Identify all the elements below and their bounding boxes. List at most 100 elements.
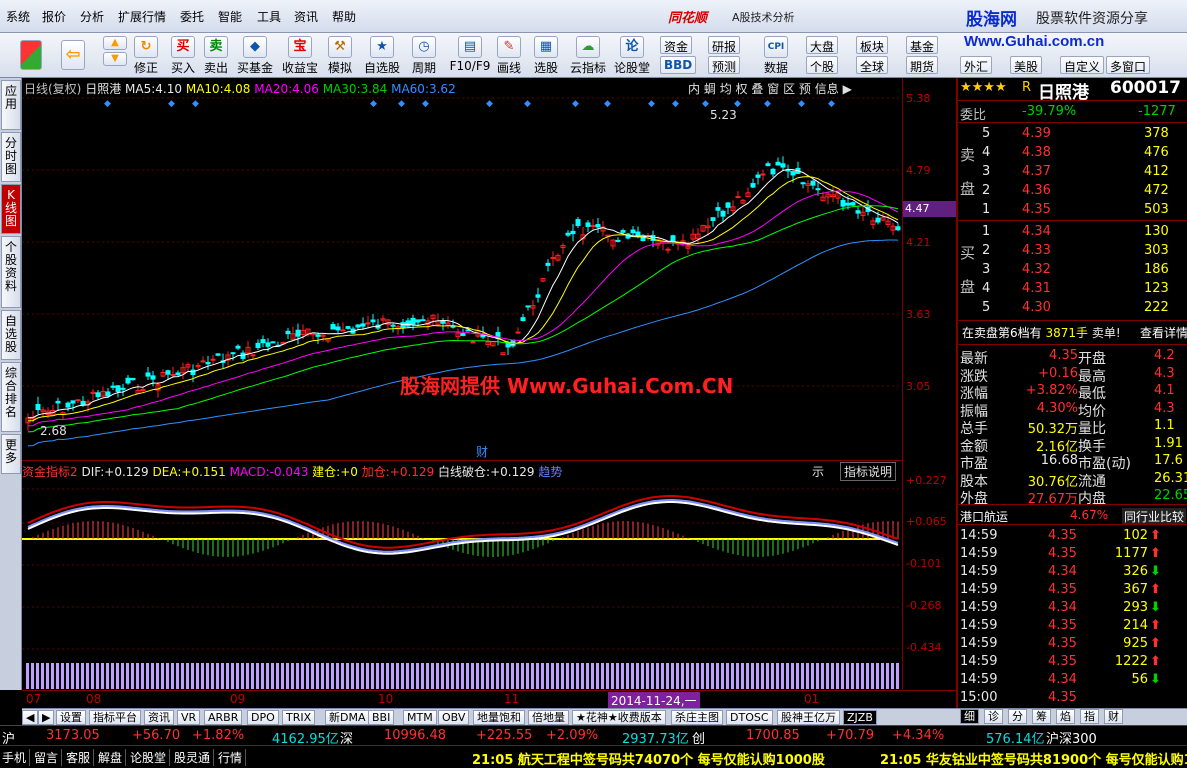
quote-tab[interactable]: 指 xyxy=(1080,709,1099,724)
buy-fund-button[interactable]: ◆ 买基金 xyxy=(235,34,275,76)
indicator-tab[interactable]: MTM xyxy=(403,710,437,725)
indicator-tab[interactable]: ZJZB xyxy=(843,710,877,725)
quote-tab[interactable]: 焰 xyxy=(1056,709,1075,724)
menu-quote[interactable]: 报价 xyxy=(42,8,66,25)
menu-analysis[interactable]: 分析 xyxy=(80,8,104,25)
custom-button[interactable]: 自定义 xyxy=(1060,56,1105,74)
indicator-tab[interactable]: ★花神★收费版本 xyxy=(572,710,666,725)
indicator-tab[interactable]: OBV xyxy=(438,710,470,725)
tab-apps[interactable]: 应用 xyxy=(1,80,21,130)
indicator-tab[interactable]: 设置 xyxy=(56,710,86,725)
quote-tab[interactable]: 细 xyxy=(960,709,979,724)
simulate-button[interactable]: ⚒ 模拟 xyxy=(325,34,355,76)
notice-detail-link[interactable]: 查看详情 xyxy=(1140,324,1187,341)
indicator-tab[interactable]: 倍地量 xyxy=(528,710,569,725)
indicator-tab[interactable]: 杀庄主图 xyxy=(671,710,723,725)
income-treasure-button[interactable]: 宝 收益宝 xyxy=(280,34,320,76)
indicator-tab[interactable]: 新DMA xyxy=(325,710,370,725)
tab-more[interactable]: 更多 xyxy=(1,434,21,474)
futures-button[interactable]: 期货 xyxy=(906,56,939,74)
sector-button[interactable]: 板块 xyxy=(856,36,889,54)
indicator-tab[interactable]: DPO xyxy=(247,710,279,725)
sector-compare-button[interactable]: 同行业比较 xyxy=(1122,508,1187,525)
menu-extended[interactable]: 扩展行情 xyxy=(118,8,166,25)
global-button[interactable]: 全球 xyxy=(856,56,889,74)
status-link[interactable]: 客服 xyxy=(66,749,95,766)
us-stock-button[interactable]: 美股 xyxy=(1010,56,1043,74)
indicator-tab[interactable]: 指标平台 xyxy=(89,710,141,725)
back-button[interactable]: ⇦ xyxy=(58,34,88,76)
menu-help[interactable]: 帮助 xyxy=(332,8,356,25)
news-ticker-1[interactable]: 21:05 航天工程中签号码共74070个 每号仅能认购1000股 xyxy=(472,749,825,768)
tab-stock-info[interactable]: 个股资料 xyxy=(1,236,21,308)
status-link[interactable]: 股灵通 xyxy=(174,749,215,766)
page-up-down-button[interactable]: ▲ ▼ xyxy=(102,34,128,76)
finance-marker[interactable]: 财 xyxy=(476,443,488,460)
indicator-tab[interactable]: VR xyxy=(177,710,201,725)
status-link[interactable]: 论股堂 xyxy=(130,749,171,766)
tab-intraday[interactable]: 分时图 xyxy=(1,132,21,182)
ask-price[interactable]: 4.38 xyxy=(1022,145,1051,160)
layout-button[interactable] xyxy=(16,34,46,76)
multi-window-button[interactable]: 多窗口 xyxy=(1106,56,1151,74)
market-button[interactable]: 大盘 xyxy=(806,36,839,54)
indicator-tab[interactable]: 地量饱和 xyxy=(473,710,525,725)
buy-button[interactable]: 买 买入 xyxy=(168,34,198,76)
forecast-button[interactable]: 预测 xyxy=(708,56,741,74)
order-notice[interactable]: 在卖盘第6档有 3871手 卖单! xyxy=(962,324,1121,341)
scroll-right-button[interactable]: ▶ xyxy=(38,710,55,725)
bid-price[interactable]: 4.31 xyxy=(1022,281,1051,296)
quote-tab[interactable]: 诊 xyxy=(984,709,1003,724)
menu-trade[interactable]: 委托 xyxy=(180,8,204,25)
menu-smart[interactable]: 智能 xyxy=(218,8,242,25)
quote-tab[interactable]: 财 xyxy=(1104,709,1123,724)
tab-ranking[interactable]: 综合排名 xyxy=(1,362,21,432)
ask-price[interactable]: 4.39 xyxy=(1022,126,1051,141)
bid-price[interactable]: 4.34 xyxy=(1022,224,1051,239)
fund-flow-button[interactable]: 资金 xyxy=(660,36,693,54)
status-link[interactable]: 行情 xyxy=(218,749,247,766)
f10-button[interactable]: ▤ F10/F9 xyxy=(448,34,492,76)
quote-tab[interactable]: 筹 xyxy=(1032,709,1051,724)
kline-chart[interactable]: 日线(复权) 日照港 MA5:4.10 MA10:4.08 MA20:4.06 … xyxy=(22,78,904,460)
quote-tab[interactable]: 分 xyxy=(1008,709,1027,724)
indicator-tab[interactable]: ARBR xyxy=(204,710,243,725)
indicator-tab[interactable]: BBI xyxy=(368,710,395,725)
status-link[interactable]: 手机 xyxy=(2,749,31,766)
bid-price[interactable]: 4.30 xyxy=(1022,300,1051,315)
tab-watchlist[interactable]: 自选股 xyxy=(1,310,21,360)
indicator-tab[interactable]: TRIX xyxy=(282,710,316,725)
menu-tools[interactable]: 工具 xyxy=(257,8,281,25)
bbd-button[interactable]: BBD xyxy=(660,56,697,74)
scroll-left-button[interactable]: ◀ xyxy=(22,710,39,725)
status-link[interactable]: 解盘 xyxy=(98,749,127,766)
sector-name[interactable]: 港口航运 xyxy=(960,508,1008,525)
stock-button[interactable]: 个股 xyxy=(806,56,839,74)
watchlist-button[interactable]: ★ 自选股 xyxy=(362,34,402,76)
period-button[interactable]: ◷ 周期 xyxy=(406,34,442,76)
menu-system[interactable]: 系统 xyxy=(6,8,30,25)
forex-button[interactable]: 外汇 xyxy=(960,56,993,74)
tab-kline[interactable]: K线图 xyxy=(1,184,21,234)
data-button[interactable]: CPI 数据 xyxy=(758,34,794,76)
stock-picker-button[interactable]: ▦ 选股 xyxy=(528,34,564,76)
draw-line-button[interactable]: ✎ 画线 xyxy=(494,34,524,76)
status-link[interactable]: 留言 xyxy=(34,749,63,766)
refresh-button[interactable]: ↻ 修正 xyxy=(131,34,161,76)
bid-price[interactable]: 4.33 xyxy=(1022,243,1051,258)
ask-price[interactable]: 4.35 xyxy=(1022,202,1051,217)
ask-price[interactable]: 4.37 xyxy=(1022,164,1051,179)
cloud-indicator-button[interactable]: ☁ 云指标 xyxy=(568,34,608,76)
indicator-chart[interactable]: 资金指标2 DIF:+0.129 DEA:+0.151 MACD:-0.043 … xyxy=(22,460,904,690)
forum-button[interactable]: 论 论股堂 xyxy=(612,34,652,76)
bid-price[interactable]: 4.32 xyxy=(1022,262,1051,277)
news-ticker-2[interactable]: 21:05 华友钴业中签号码共81900个 每号仅能认购1 xyxy=(880,749,1187,768)
menu-news[interactable]: 资讯 xyxy=(294,8,318,25)
ask-price[interactable]: 4.36 xyxy=(1022,183,1051,198)
indicator-tab[interactable]: 资讯 xyxy=(144,710,174,725)
funds-button[interactable]: 基金 xyxy=(906,36,939,54)
indicator-tab[interactable]: DTOSC xyxy=(726,710,773,725)
research-button[interactable]: 研报 xyxy=(708,36,741,54)
indicator-tab[interactable]: 股神王亿万 xyxy=(777,710,840,725)
sell-button[interactable]: 卖 卖出 xyxy=(201,34,231,76)
